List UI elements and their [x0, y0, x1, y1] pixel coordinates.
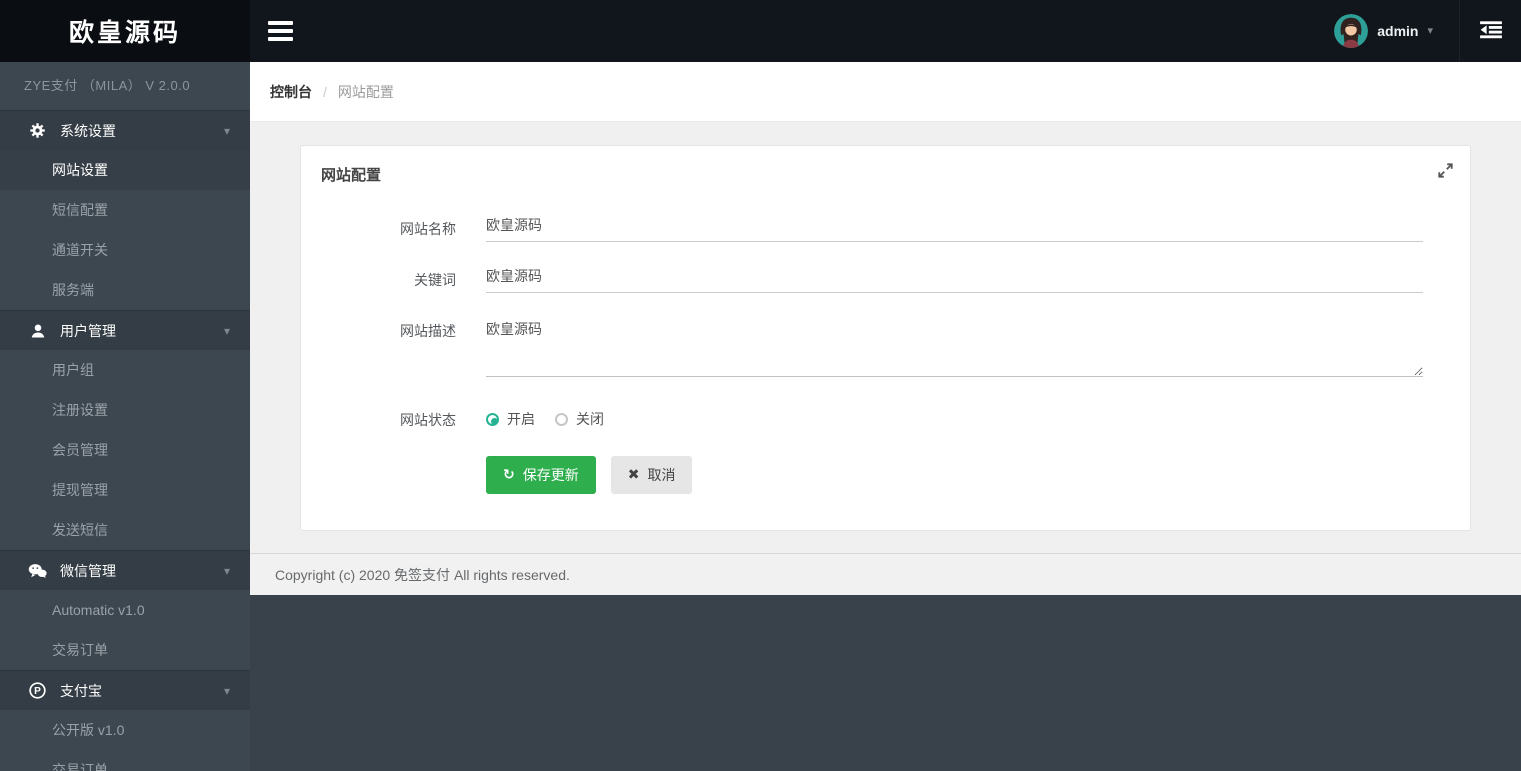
avatar	[1334, 14, 1368, 48]
hamburger-icon	[268, 21, 293, 25]
sidebar-item-sms-config[interactable]: 短信配置	[0, 190, 250, 230]
radio-checked-icon	[486, 413, 499, 426]
keywords-input[interactable]	[486, 264, 1423, 293]
status-off-radio[interactable]: 关闭	[555, 409, 604, 429]
username: admin	[1377, 23, 1418, 39]
form-row-site-name: 网站名称	[321, 213, 1450, 242]
site-name-input[interactable]	[486, 213, 1423, 242]
app-version-label: ZYE支付 （MILA） V 2.0.0	[0, 62, 250, 110]
cancel-button-label: 取消	[647, 465, 675, 485]
website-config-card: 网站配置 网站名称 关键词	[300, 145, 1471, 531]
content-area: 网站配置 网站名称 关键词	[250, 122, 1521, 553]
collapse-panel-button[interactable]	[1459, 0, 1521, 62]
refresh-icon: ↻	[503, 468, 515, 482]
sidebar-item-send-sms[interactable]: 发送短信	[0, 510, 250, 550]
section-label: 用户管理	[60, 321, 116, 341]
sidebar-item-automatic-v1[interactable]: Automatic v1.0	[0, 590, 250, 630]
sidebar-item-member-management[interactable]: 会员管理	[0, 430, 250, 470]
sidebar-section-alipay[interactable]: P 支付宝 ▾	[0, 670, 250, 710]
sidebar-item-alipay-orders[interactable]: 交易订单	[0, 750, 250, 771]
expand-icon[interactable]	[1436, 161, 1455, 183]
status-off-label: 关闭	[576, 409, 604, 429]
save-button-label: 保存更新	[523, 465, 579, 485]
chevron-down-icon: ▾	[1427, 26, 1433, 37]
copyright-text: Copyright (c) 2020 免签支付 All rights reser…	[275, 565, 570, 585]
card-title: 网站配置	[321, 164, 1450, 185]
sidebar-nav: 系统设置 ▾ 网站设置 短信配置 通道开关 服务端 用户管理 ▾ 用户组 注册设…	[0, 110, 250, 771]
breadcrumb-separator: /	[323, 84, 327, 100]
section-label: 系统设置	[60, 121, 116, 141]
description-label: 网站描述	[321, 315, 486, 341]
sidebar-item-website-settings[interactable]: 网站设置	[0, 150, 250, 190]
close-icon: ✖	[628, 468, 640, 482]
form-row-site-status: 网站状态 开启 关闭	[321, 404, 1450, 430]
app-logo[interactable]: 欧皇源码	[0, 0, 250, 62]
radio-unchecked-icon	[555, 413, 568, 426]
description-textarea[interactable]: 欧皇源码	[486, 315, 1423, 377]
breadcrumb-current: 网站配置	[338, 82, 394, 102]
sidebar-item-register-settings[interactable]: 注册设置	[0, 390, 250, 430]
user-menu[interactable]: admin ▾	[1324, 14, 1459, 48]
website-config-form: 网站名称 关键词 网站描述 欧皇源码	[321, 213, 1450, 494]
main-area: 控制台 / 网站配置 网站配置 网站名称 关键词	[250, 62, 1521, 595]
status-on-radio[interactable]: 开启	[486, 409, 535, 429]
site-status-radio-group: 开启 关闭	[486, 404, 1423, 429]
chevron-down-icon: ▾	[224, 124, 230, 138]
form-row-keywords: 关键词	[321, 264, 1450, 293]
site-status-label: 网站状态	[321, 404, 486, 430]
site-name-label: 网站名称	[321, 213, 486, 239]
chevron-down-icon: ▾	[224, 684, 230, 698]
keywords-label: 关键词	[321, 264, 486, 290]
wechat-icon	[28, 562, 47, 579]
sidebar-item-withdraw-management[interactable]: 提现管理	[0, 470, 250, 510]
cancel-button[interactable]: ✖ 取消	[611, 456, 693, 494]
sidebar-item-public-v1[interactable]: 公开版 v1.0	[0, 710, 250, 750]
gear-icon	[28, 122, 47, 139]
user-icon	[28, 322, 47, 339]
svg-text:P: P	[34, 686, 41, 697]
alipay-icon: P	[28, 682, 47, 699]
form-row-description: 网站描述 欧皇源码	[321, 315, 1450, 382]
breadcrumb: 控制台 / 网站配置	[250, 62, 1521, 122]
breadcrumb-root-link[interactable]: 控制台	[270, 82, 312, 102]
sidebar-item-user-group[interactable]: 用户组	[0, 350, 250, 390]
sidebar-section-user-management[interactable]: 用户管理 ▾	[0, 310, 250, 350]
sidebar-section-system-settings[interactable]: 系统设置 ▾	[0, 110, 250, 150]
chevron-down-icon: ▾	[224, 324, 230, 338]
sidebar: ZYE支付 （MILA） V 2.0.0 系统设置 ▾ 网站设置 短信配置 通道…	[0, 62, 250, 771]
chevron-down-icon: ▾	[224, 564, 230, 578]
outdent-icon	[1479, 20, 1503, 42]
sidebar-item-wechat-orders[interactable]: 交易订单	[0, 630, 250, 670]
sidebar-item-channel-switch[interactable]: 通道开关	[0, 230, 250, 270]
section-label: 微信管理	[60, 561, 116, 581]
save-button[interactable]: ↻ 保存更新	[486, 456, 596, 494]
form-row-actions: ↻ 保存更新 ✖ 取消	[321, 452, 1450, 494]
menu-toggle-button[interactable]	[268, 10, 312, 52]
sidebar-section-wechat-management[interactable]: 微信管理 ▾	[0, 550, 250, 590]
topbar: 欧皇源码 admin ▾	[0, 0, 1521, 62]
page-footer: Copyright (c) 2020 免签支付 All rights reser…	[250, 553, 1521, 595]
sidebar-item-server-side[interactable]: 服务端	[0, 270, 250, 310]
status-on-label: 开启	[507, 409, 535, 429]
section-label: 支付宝	[60, 681, 102, 701]
